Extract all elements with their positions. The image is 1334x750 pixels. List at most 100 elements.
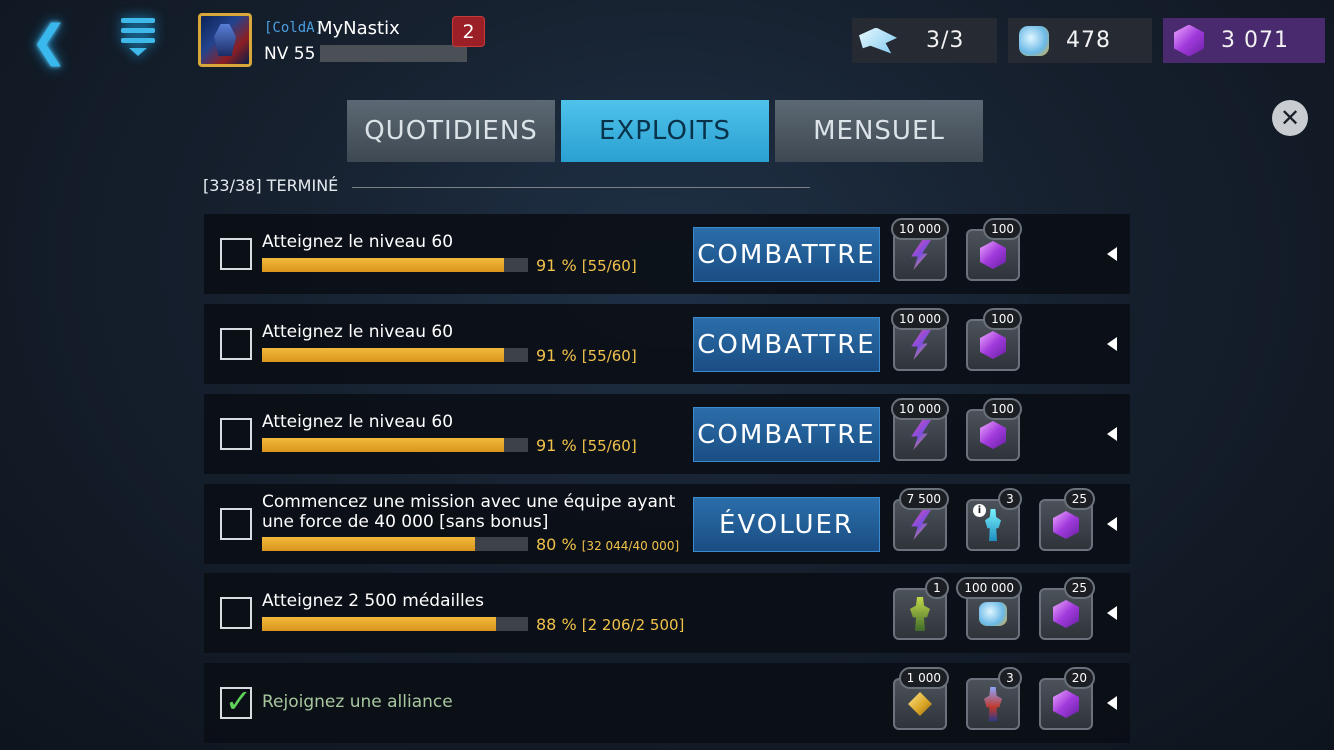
expand-arrow-icon[interactable] bbox=[1107, 517, 1117, 531]
progress-bar bbox=[262, 537, 528, 551]
list-item: Atteignez le niveau 60 91 % [55/60] COMB… bbox=[204, 214, 1130, 294]
achievement-title: Atteignez le niveau 60 bbox=[262, 232, 454, 252]
chevron-left-icon: ❮ bbox=[30, 15, 68, 67]
checkbox bbox=[220, 418, 252, 450]
combattre-button[interactable]: COMBATTRE bbox=[693, 407, 880, 462]
reward-count: 25 bbox=[1063, 488, 1095, 510]
purple-gem-icon bbox=[980, 331, 1006, 359]
reward-count: 100 bbox=[983, 218, 1022, 240]
crystal-value: 478 bbox=[1066, 28, 1111, 53]
notification-badge[interactable]: 2 bbox=[452, 16, 485, 47]
combattre-button[interactable]: COMBATTRE bbox=[693, 227, 880, 282]
tab-quotidiens[interactable]: QUOTIDIENS bbox=[347, 100, 555, 162]
energy-counter[interactable]: 3/3 bbox=[852, 18, 997, 63]
checkmark-icon: ✓ bbox=[225, 682, 252, 720]
progress-percent: 88 % bbox=[536, 615, 577, 634]
purple-gem-icon bbox=[1053, 690, 1079, 718]
expand-arrow-icon[interactable] bbox=[1107, 427, 1117, 441]
blue-robot-icon bbox=[985, 509, 1001, 541]
reward-count: 3 bbox=[998, 667, 1022, 689]
close-button[interactable]: ✕ bbox=[1272, 100, 1308, 136]
progress-detail: [55/60] bbox=[581, 437, 637, 455]
green-robot-icon bbox=[910, 597, 930, 631]
rainbow-bolt-icon bbox=[911, 330, 931, 360]
menu-button[interactable] bbox=[114, 18, 162, 68]
gem-value: 3 071 bbox=[1221, 28, 1289, 53]
combattre-button[interactable]: COMBATTRE bbox=[693, 317, 880, 372]
progress-fill bbox=[262, 258, 505, 272]
top-bar: ❮ [ColdA] MyNastix NV 55 2 3/3 478 3 071 bbox=[0, 0, 1334, 84]
crystal-icon bbox=[1019, 25, 1049, 56]
reward-slot[interactable]: 20 bbox=[1039, 667, 1095, 730]
checkbox bbox=[220, 597, 252, 629]
progress-fill bbox=[262, 438, 505, 452]
tab-exploits[interactable]: EXPLOITS bbox=[561, 100, 769, 162]
expand-arrow-icon[interactable] bbox=[1107, 247, 1117, 261]
reward-slot[interactable]: 100 bbox=[966, 398, 1022, 461]
xp-bar bbox=[320, 45, 467, 62]
achievement-title: Rejoignez une alliance bbox=[262, 692, 453, 712]
reward-slot[interactable]: 1 000 bbox=[893, 667, 949, 730]
list-item: Atteignez le niveau 60 91 % [55/60] COMB… bbox=[204, 394, 1130, 474]
tab-mensuel[interactable]: MENSUEL bbox=[775, 100, 983, 162]
reward-slot[interactable]: 25 bbox=[1039, 488, 1095, 551]
progress-percent: 91 % bbox=[536, 256, 577, 275]
reward-slot[interactable]: 25 bbox=[1039, 577, 1095, 640]
achievement-title-line2: une force de 40 000 [sans bonus] bbox=[262, 512, 549, 532]
checkbox bbox=[220, 328, 252, 360]
expand-arrow-icon[interactable] bbox=[1107, 337, 1117, 351]
reward-slot[interactable]: 10 000 bbox=[891, 218, 949, 281]
progress-bar bbox=[262, 438, 528, 452]
progress-fill bbox=[262, 348, 505, 362]
purple-gem-icon bbox=[1053, 600, 1079, 628]
menu-icon bbox=[121, 18, 155, 23]
info-icon[interactable]: i bbox=[973, 504, 986, 517]
list-item: Atteignez 2 500 médailles 88 % [2 206/2 … bbox=[204, 573, 1130, 653]
reward-count: 20 bbox=[1063, 667, 1095, 689]
divider bbox=[352, 187, 810, 188]
completion-summary: [33/38] TERMINÉ bbox=[203, 176, 339, 195]
reward-count: 10 000 bbox=[891, 398, 949, 420]
expand-arrow-icon[interactable] bbox=[1107, 696, 1117, 710]
expand-arrow-icon[interactable] bbox=[1107, 606, 1117, 620]
reward-count: 100 bbox=[983, 308, 1022, 330]
progress-bar bbox=[262, 258, 528, 272]
reward-slot[interactable]: i3 bbox=[966, 488, 1022, 551]
reward-slot[interactable]: 100 000 bbox=[956, 577, 1022, 640]
back-button[interactable]: ❮ bbox=[22, 14, 76, 68]
reward-slot[interactable]: 7 500 bbox=[893, 488, 949, 551]
list-item: Atteignez le niveau 60 91 % [55/60] COMB… bbox=[204, 304, 1130, 384]
player-name: MyNastix bbox=[317, 18, 400, 39]
reward-slot[interactable]: 10 000 bbox=[891, 398, 949, 461]
tab-bar: QUOTIDIENS EXPLOITS MENSUEL bbox=[347, 100, 983, 162]
reward-count: 10 000 bbox=[891, 218, 949, 240]
energy-value: 3/3 bbox=[926, 28, 965, 53]
crystal-counter[interactable]: 478 bbox=[1008, 18, 1152, 63]
red-robot-icon bbox=[984, 687, 1002, 721]
list-item: ✓ Rejoignez une alliance 1 000 3 20 bbox=[204, 663, 1130, 743]
gold-medal-icon bbox=[908, 692, 932, 716]
progress-percent: 91 % bbox=[536, 346, 577, 365]
purple-gem-icon bbox=[1174, 24, 1204, 57]
reward-count: 100 000 bbox=[956, 577, 1022, 599]
reward-count: 10 000 bbox=[891, 308, 949, 330]
progress-percent: 80 % bbox=[536, 535, 577, 554]
achievement-title: Atteignez le niveau 60 bbox=[262, 322, 454, 342]
avatar[interactable] bbox=[198, 13, 252, 67]
gem-counter[interactable]: 3 071 bbox=[1163, 18, 1325, 63]
reward-slot[interactable]: 100 bbox=[966, 308, 1022, 371]
reward-slot[interactable]: 100 bbox=[966, 218, 1022, 281]
purple-gem-icon bbox=[980, 421, 1006, 449]
alliance-tag: [ColdA] bbox=[264, 20, 324, 36]
reward-slot[interactable]: 3 bbox=[966, 667, 1022, 730]
rainbow-bolt-icon bbox=[911, 510, 931, 540]
progress-bar bbox=[262, 617, 528, 631]
purple-gem-icon bbox=[1053, 511, 1079, 539]
list-item: Commencez une mission avec une équipe ay… bbox=[204, 484, 1130, 564]
progress-detail: [55/60] bbox=[581, 257, 637, 275]
reward-slot[interactable]: 10 000 bbox=[891, 308, 949, 371]
progress-percent: 91 % bbox=[536, 436, 577, 455]
reward-slot[interactable]: 1 bbox=[893, 577, 949, 640]
evoluer-button[interactable]: ÉVOLUER bbox=[693, 497, 880, 552]
reward-count: 1 000 bbox=[898, 667, 949, 689]
